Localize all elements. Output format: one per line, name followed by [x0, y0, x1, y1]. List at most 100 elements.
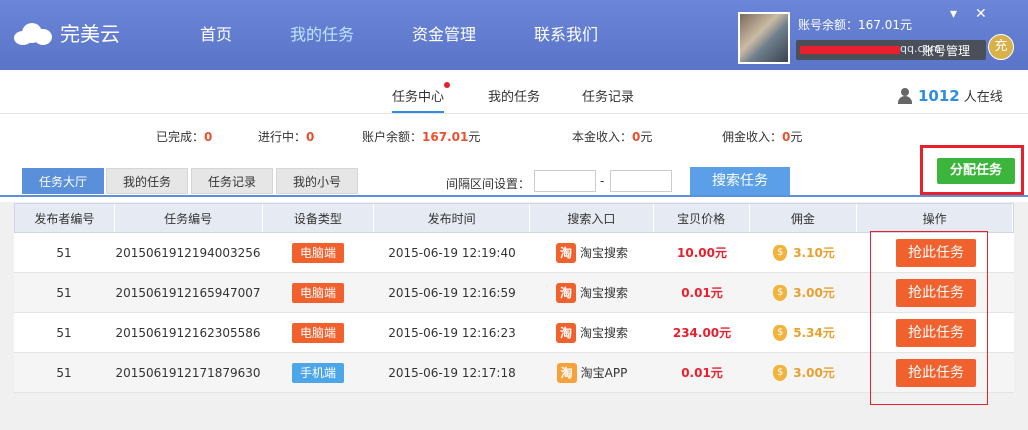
entry-label: 淘宝搜索	[579, 326, 628, 340]
coin-bag-icon: $	[773, 244, 788, 261]
device-badge: 手机端	[291, 362, 344, 383]
price-cell: 10.00元	[654, 233, 750, 272]
col-action: 操作	[857, 204, 1013, 232]
col-publisher: 发布者编号	[15, 204, 115, 232]
time-cell: 2015-06-19 12:16:59	[388, 285, 516, 300]
main-nav: 首页 我的任务 资金管理 联系我们	[200, 0, 656, 70]
tab-task-hall[interactable]: 任务大厅	[22, 168, 105, 194]
close-icon[interactable]: ✕	[975, 6, 987, 22]
coin-bag-icon: $	[773, 284, 788, 301]
taobao-icon: 淘	[555, 242, 576, 263]
col-task-id: 任务编号	[115, 204, 263, 232]
tab-task-records-2[interactable]: 任务记录	[191, 168, 274, 194]
logo-text: 完美云	[60, 22, 120, 46]
nav-home[interactable]: 首页	[200, 0, 232, 70]
table-row: 51 2015061912194003256 电脑端 2015-06-19 12:19…	[14, 233, 1014, 273]
avatar[interactable]	[738, 12, 790, 64]
sub-nav: 任务中心 我的任务 任务记录 1012 人在线	[0, 70, 1028, 114]
entry-label: 淘宝APP	[580, 366, 628, 380]
table-header: 发布者编号 任务编号 设备类型 发布时间 搜索入口 宝贝价格 佣金 操作	[14, 203, 1014, 233]
nav-funds[interactable]: 资金管理	[412, 0, 476, 70]
account-bar: qq.com 账号管理	[796, 40, 986, 60]
table-row: 51 2015061912165947007 电脑端 2015-06-19 12:16…	[14, 273, 1014, 313]
device-badge: 电脑端	[291, 322, 344, 343]
stats-bar: 已完成：0 进行中：0 账户余额：167.01元 本金收入：0元 佣金收入：0元	[0, 114, 1028, 158]
cloud-icon	[14, 21, 54, 45]
interval-dash: -	[600, 174, 605, 188]
task-id-cell: 2015061912194003256	[115, 245, 261, 260]
price-value: 10.00元	[677, 246, 727, 260]
stat-balance: 账户余额：167.01元	[362, 130, 481, 144]
price-cell: 0.01元	[654, 353, 750, 392]
online-label: 人在线	[963, 90, 1003, 105]
commission-value: 5.34元	[793, 326, 835, 340]
tab-my-alts[interactable]: 我的小号	[276, 168, 359, 194]
divider	[0, 195, 1028, 197]
publisher-cell: 51	[56, 245, 72, 260]
taobao-icon: 淘	[555, 322, 576, 343]
time-cell: 2015-06-19 12:17:18	[388, 365, 516, 380]
commission-value: 3.10元	[793, 246, 835, 260]
assign-tasks-button[interactable]: 分配任务	[937, 158, 1015, 184]
price-cell: 234.00元	[654, 313, 750, 352]
table-row: 51 2015061912162305586 电脑端 2015-06-19 12:16…	[14, 313, 1014, 353]
time-cell: 2015-06-19 12:16:23	[388, 325, 516, 340]
device-cell: 电脑端	[262, 313, 374, 352]
publisher-cell: 51	[56, 285, 72, 300]
publisher-cell: 51	[56, 325, 72, 340]
account-manage-link[interactable]: 账号管理	[922, 42, 970, 59]
col-time: 发布时间	[374, 204, 530, 232]
tab-my-tasks[interactable]: 我的任务	[488, 86, 540, 105]
taobao-icon: 淘	[555, 282, 576, 303]
account-balance: 账号余额：167.01元	[798, 18, 912, 32]
entry-cell: 淘淘宝搜索	[530, 273, 654, 312]
commission-cell: $5.34元	[750, 313, 858, 352]
device-badge: 电脑端	[291, 282, 344, 303]
price-value: 0.01元	[681, 366, 723, 380]
device-cell: 电脑端	[262, 233, 374, 272]
tab-task-records[interactable]: 任务记录	[582, 86, 634, 105]
tab-task-center[interactable]: 任务中心	[392, 82, 450, 113]
col-price: 宝贝价格	[654, 204, 750, 232]
entry-cell: 淘淘宝搜索	[530, 313, 654, 352]
interval-end-input[interactable]	[610, 170, 672, 192]
tab-my-tasks-2[interactable]: 我的任务	[106, 168, 189, 194]
entry-cell: 淘淘宝搜索	[530, 233, 654, 272]
table-row: 51 2015061912171879630 手机端 2015-06-19 12:17…	[14, 353, 1014, 393]
publisher-cell: 51	[56, 365, 72, 380]
top-header: 完美云 首页 我的任务 资金管理 联系我们 账号余额：167.01元 qq.co…	[0, 0, 1028, 70]
task-id-cell: 2015061912165947007	[115, 285, 261, 300]
price-cell: 0.01元	[654, 273, 750, 312]
nav-contact[interactable]: 联系我们	[534, 0, 598, 70]
logo[interactable]: 完美云	[14, 18, 120, 47]
action-highlight	[870, 231, 988, 405]
person-icon	[898, 87, 912, 104]
commission-cell: $3.10元	[750, 233, 858, 272]
col-commission: 佣金	[750, 204, 858, 232]
device-cell: 电脑端	[262, 273, 374, 312]
task-table: 发布者编号 任务编号 设备类型 发布时间 搜索入口 宝贝价格 佣金 操作 51 2…	[14, 203, 1014, 393]
col-entry: 搜索入口	[530, 204, 654, 232]
device-cell: 手机端	[262, 353, 374, 392]
coin-bag-icon: $	[773, 364, 788, 381]
stat-principal: 本金收入：0元	[572, 130, 653, 144]
task-id-cell: 2015061912162305586	[115, 325, 261, 340]
commission-value: 3.00元	[793, 286, 835, 300]
commission-cell: $3.00元	[750, 273, 858, 312]
price-value: 0.01元	[681, 286, 723, 300]
coin-bag-icon: $	[773, 324, 788, 341]
entry-cell: 淘淘宝APP	[530, 353, 654, 392]
recharge-button[interactable]: 充	[988, 34, 1014, 60]
dropdown-menu-icon[interactable]: ▾	[950, 6, 957, 22]
taobao-icon: 淘	[556, 362, 577, 383]
window-controls: ▾ ✕	[950, 6, 987, 22]
entry-label: 淘宝搜索	[579, 246, 628, 260]
nav-my-tasks[interactable]: 我的任务	[290, 0, 354, 70]
price-value: 234.00元	[672, 326, 732, 340]
stat-in-progress: 进行中：0	[258, 130, 315, 144]
interval-start-input[interactable]	[534, 170, 596, 192]
commission-cell: $3.00元	[750, 353, 858, 392]
stat-commission: 佣金收入：0元	[722, 130, 803, 144]
search-tasks-button[interactable]: 搜索任务	[690, 167, 790, 195]
stat-completed: 已完成：0	[156, 130, 213, 144]
